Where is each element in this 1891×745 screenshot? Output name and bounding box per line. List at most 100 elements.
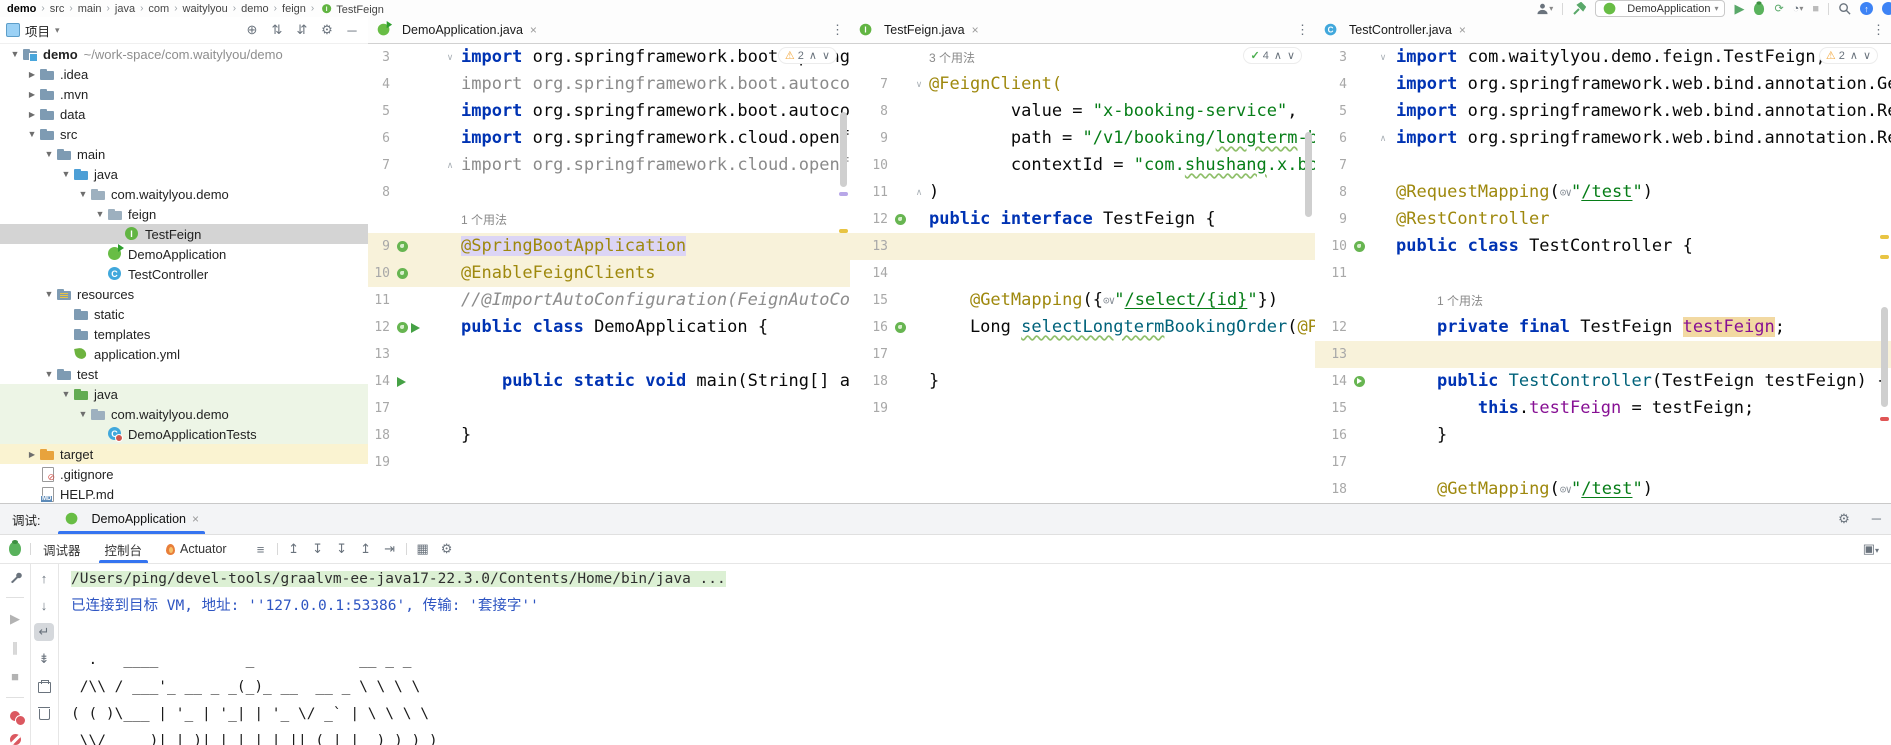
run-configuration-select[interactable]: DemoApplication ▾	[1595, 0, 1726, 17]
spring-bean-icon[interactable]	[895, 322, 906, 333]
collapsed-arrow-icon[interactable]: ▶	[25, 90, 39, 99]
inspections-widget[interactable]: ⚠ 2 ∧ ∨	[1819, 48, 1877, 63]
scroll-to-end-icon[interactable]: ↧	[330, 541, 354, 557]
expanded-arrow-icon[interactable]: ▼	[93, 209, 107, 219]
expanded-arrow-icon[interactable]: ▼	[59, 389, 73, 399]
expanded-arrow-icon[interactable]: ▼	[42, 289, 56, 299]
collapsed-arrow-icon[interactable]: ▶	[25, 110, 39, 119]
run-button[interactable]: ▶	[1734, 1, 1744, 16]
expanded-arrow-icon[interactable]: ▼	[76, 189, 90, 199]
breadcrumb-item[interactable]: java	[112, 3, 138, 15]
next-problem-icon[interactable]: ∨	[822, 49, 830, 62]
prev-problem-icon[interactable]: ∧	[809, 49, 817, 62]
scrollbar-thumb[interactable]	[840, 112, 847, 187]
debug-button[interactable]	[1753, 0, 1765, 16]
expanded-arrow-icon[interactable]: ▼	[42, 369, 56, 379]
tree-item-demoapplication[interactable]: DemoApplication	[0, 244, 368, 264]
tree-item-demo[interactable]: ▼ demo ~/work-space/com.waitylyou/demo	[0, 44, 368, 64]
tree-item-application-yml[interactable]: application.yml	[0, 344, 368, 364]
tree-item-com-waitylyou-demo[interactable]: ▼ com.waitylyou.demo	[0, 404, 368, 424]
autowired-gutter-icon[interactable]	[1354, 376, 1365, 387]
hide-panel-icon[interactable]: ─	[1872, 511, 1881, 527]
fold-marker-icon[interactable]: ∧	[443, 160, 457, 171]
clear-console-icon[interactable]	[34, 704, 54, 722]
spring-bean-icon[interactable]	[895, 214, 906, 225]
project-panel-title[interactable]: 项目	[25, 21, 50, 40]
next-problem-icon[interactable]: ∨	[1287, 49, 1295, 62]
spring-bean-icon[interactable]	[1354, 241, 1365, 252]
tree-item--gitignore[interactable]: ⊘ .gitignore	[0, 464, 368, 484]
run-gutter-icon[interactable]	[411, 322, 420, 333]
code-editor[interactable]: 3 ∨ import com.waitylyou.demo.feign.TestFe…	[1315, 44, 1891, 503]
breadcrumb-item[interactable]: src	[47, 3, 68, 15]
close-icon[interactable]: ×	[530, 23, 537, 37]
debug-tab-actuator[interactable]: Actuator	[154, 535, 239, 563]
tab-testfeign[interactable]: TestFeign.java	[884, 23, 965, 37]
build-hammer-icon[interactable]	[1572, 1, 1587, 16]
tree-item-java[interactable]: ▼ java	[0, 164, 368, 184]
spring-bean-icon[interactable]	[397, 268, 408, 279]
tree-item-main[interactable]: ▼ main	[0, 144, 368, 164]
stop-icon[interactable]: ■	[5, 669, 25, 684]
fold-marker-icon[interactable]: ∨	[913, 79, 925, 90]
pause-icon[interactable]: ∥	[5, 640, 25, 656]
breadcrumb-item[interactable]: demo	[4, 3, 39, 15]
tree-item-templates[interactable]: templates	[0, 324, 368, 344]
expanded-arrow-icon[interactable]: ▼	[42, 149, 56, 159]
breadcrumb-item[interactable]: demo	[238, 3, 272, 15]
spring-bean-icon[interactable]	[397, 322, 408, 333]
close-icon[interactable]: ×	[192, 512, 199, 526]
gear-icon[interactable]: ⚙	[1838, 511, 1850, 527]
options-menu-icon[interactable]: ≡	[249, 542, 273, 557]
next-problem-icon[interactable]: ∨	[1863, 49, 1871, 62]
usages-inlay-hint[interactable]: 1 个用法	[1392, 292, 1483, 309]
scroll-up-icon[interactable]: ↥	[354, 541, 378, 557]
usages-inlay-hint[interactable]: 3 个用法	[925, 49, 975, 66]
code-editor[interactable]: 3 个用法 7 ∨ @FeignClient(8 value = "x-booking…	[850, 44, 1315, 503]
fold-marker-icon[interactable]: ∨	[443, 52, 457, 63]
tab-testcontroller[interactable]: TestController.java	[1349, 23, 1452, 37]
tree-item--idea[interactable]: ▶ .idea	[0, 64, 368, 84]
breadcrumb-item[interactable]: waitylyou	[180, 3, 231, 15]
console-output[interactable]: /Users/ping/devel-tools/graalvm-ee-java1…	[59, 563, 1891, 745]
notifications-icon[interactable]	[1882, 2, 1891, 15]
tree-item-data[interactable]: ▶ data	[0, 104, 368, 124]
tab-demoapplication[interactable]: DemoApplication.java	[402, 23, 523, 37]
stop-button[interactable]: ■	[1812, 1, 1819, 16]
breadcrumb-item[interactable]: main	[75, 3, 105, 15]
run-gutter-icon[interactable]	[397, 376, 406, 387]
tree-item-com-waitylyou-demo[interactable]: ▼ com.waitylyou.demo	[0, 184, 368, 204]
expanded-arrow-icon[interactable]: ▼	[25, 129, 39, 139]
code-editor[interactable]: 3∨import org.springframework.boot.Spring…	[368, 44, 850, 503]
hide-panel-icon[interactable]: ─	[342, 23, 362, 38]
breadcrumb-item[interactable]: com	[145, 3, 172, 15]
prev-problem-icon[interactable]: ∧	[1850, 49, 1858, 62]
locate-file-icon[interactable]: ⊕	[242, 22, 262, 38]
expand-all-icon[interactable]: ⇅	[267, 22, 287, 38]
mute-breakpoints-icon[interactable]	[5, 733, 25, 745]
expanded-arrow-icon[interactable]: ▼	[59, 169, 73, 179]
soft-wrap-icon[interactable]: ↵	[34, 623, 54, 641]
select-in-editor-icon[interactable]: ⇥	[378, 541, 402, 557]
prev-problem-icon[interactable]: ∧	[1274, 49, 1282, 62]
up-stack-icon[interactable]: ↑	[34, 569, 54, 587]
resume-icon[interactable]: ▶	[5, 611, 25, 627]
more-options-icon[interactable]: ⋮	[1296, 22, 1309, 38]
more-options-icon[interactable]: ⋮	[1872, 22, 1885, 38]
tree-item-testcontroller[interactable]: C TestController	[0, 264, 368, 284]
user-icon[interactable]: ▾	[1536, 1, 1553, 16]
inspections-widget[interactable]: ⚠ 2 ∧ ∨	[778, 48, 836, 63]
close-icon[interactable]: ×	[1459, 23, 1466, 37]
tree-item-testfeign[interactable]: I TestFeign	[0, 224, 368, 244]
inspections-widget[interactable]: ✓ 4 ∧ ∨	[1244, 48, 1301, 63]
debug-session-tab[interactable]: DemoApplication ×	[54, 504, 209, 534]
collapsed-arrow-icon[interactable]: ▶	[25, 450, 39, 459]
fold-marker-icon[interactable]: ∧	[913, 187, 925, 198]
collapsed-arrow-icon[interactable]: ▶	[25, 70, 39, 79]
view-breakpoints-icon[interactable]	[5, 710, 26, 726]
layout-settings-icon[interactable]: ▣▾	[1863, 541, 1879, 557]
scroll-down-icon[interactable]: ↧	[306, 541, 330, 557]
fold-marker-icon[interactable]: ∨	[1374, 52, 1392, 63]
close-icon[interactable]: ×	[972, 23, 979, 37]
tree-item-feign[interactable]: ▼ feign	[0, 204, 368, 224]
